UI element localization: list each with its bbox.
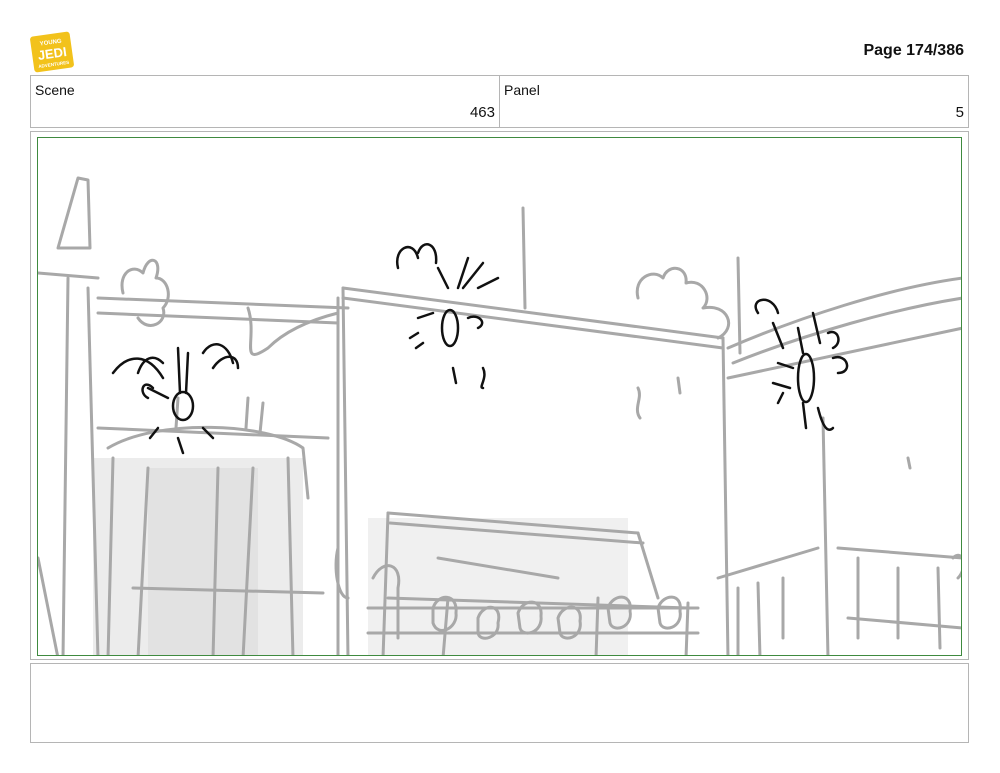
panel-notes-box — [30, 663, 969, 743]
panel-label: Panel — [504, 82, 540, 98]
panel-cell: Panel 5 — [499, 76, 968, 127]
panel-value: 5 — [955, 104, 964, 121]
page-number: Page 174/386 — [863, 42, 964, 59]
scene-panel-info: Scene 463 Panel 5 — [30, 75, 969, 128]
sketch-drawing — [38, 176, 961, 655]
storyboard-panel — [30, 131, 969, 660]
panel-artwork — [37, 137, 962, 656]
scene-label: Scene — [35, 82, 75, 98]
scene-value: 463 — [469, 104, 495, 121]
scene-cell: Scene 463 — [31, 76, 499, 127]
logo-graphic: YOUNG JEDI ADVENTURES — [30, 31, 74, 73]
sketch-shading — [93, 458, 628, 655]
show-logo: YOUNG JEDI ADVENTURES — [30, 30, 74, 74]
